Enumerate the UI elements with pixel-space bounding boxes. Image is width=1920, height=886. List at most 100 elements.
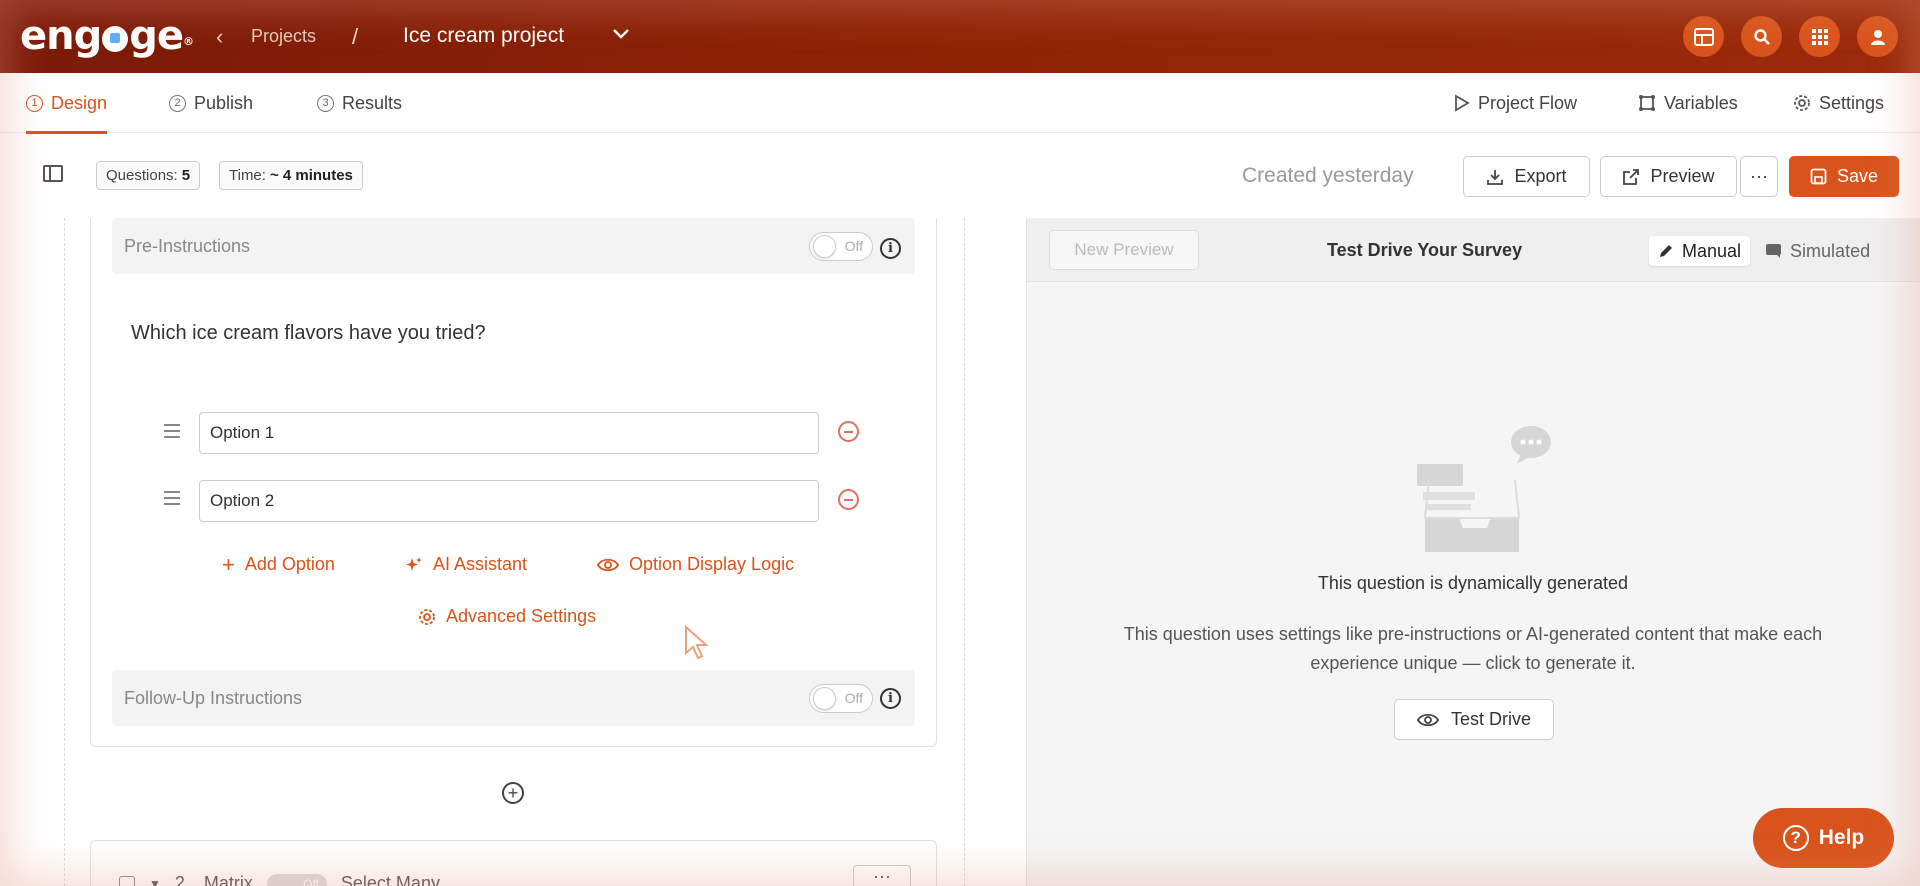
questions-count-badge: Questions: 5: [96, 161, 201, 190]
time-value: ~ 4 minutes: [269, 167, 353, 184]
gear-icon: [1794, 95, 1810, 111]
settings-button[interactable]: Settings: [1793, 73, 1884, 133]
tab-design[interactable]: 1 Design: [26, 73, 108, 134]
pre-instructions-bar: Pre-Instructions: [112, 218, 915, 274]
collapse-caret-icon[interactable]: ▼: [149, 877, 161, 886]
tab-label: Design: [51, 92, 108, 113]
follow-up-instructions-bar: Follow-Up Instructions: [112, 670, 915, 726]
question-mark-icon: ?: [1782, 825, 1809, 851]
toggle-knob: [813, 687, 836, 710]
follow-up-instructions-label: Follow-Up Instructions: [124, 688, 303, 708]
chat-icon: [1766, 244, 1782, 258]
next-question-card: ▼ 2. Matrix Off Select Many: [90, 840, 937, 886]
advanced-settings-label: Advanced Settings: [446, 606, 597, 626]
more-options-button[interactable]: ···: [1740, 156, 1778, 197]
save-label: Save: [1836, 166, 1879, 186]
tab-results[interactable]: 3 Results: [317, 73, 402, 133]
tab-bar: 1 Design 2 Publish 3 Results Project Flo…: [0, 73, 1920, 134]
new-preview-button[interactable]: New Preview: [1049, 230, 1199, 270]
save-button[interactable]: Save: [1789, 156, 1899, 197]
project-flow-label: Project Flow: [1478, 92, 1578, 113]
step-number: 1: [26, 94, 43, 112]
breadcrumb-projects[interactable]: Projects: [251, 26, 316, 47]
apps-grid-icon[interactable]: [1799, 16, 1840, 57]
follow-up-toggle[interactable]: Off: [809, 684, 873, 713]
variables-icon: [1639, 95, 1655, 111]
play-icon: [1455, 94, 1470, 112]
pre-instructions-label: Pre-Instructions: [124, 236, 251, 256]
next-question-header: ▼ 2. Matrix Off Select Many: [119, 873, 440, 886]
save-icon: [1810, 168, 1827, 185]
ai-assistant-label: AI Assistant: [433, 554, 528, 574]
help-button[interactable]: ? Help: [1753, 808, 1894, 868]
simulated-label: Simulated: [1790, 240, 1871, 261]
mouse-cursor-icon: [685, 625, 709, 660]
download-icon: [1487, 169, 1504, 185]
add-question-icon[interactable]: +: [502, 782, 524, 804]
user-avatar-icon[interactable]: [1857, 16, 1898, 57]
next-question-toggle[interactable]: Off: [266, 873, 327, 886]
manual-mode-button[interactable]: Manual: [1649, 236, 1751, 266]
engage-logo[interactable]: eng ge®: [20, 12, 194, 60]
add-option-label: Add Option: [244, 554, 335, 574]
toggle-knob: [813, 235, 836, 258]
editor-toolbar: Questions: 5 Time: ~ 4 minutes Created yes…: [0, 134, 1920, 218]
advanced-settings-button[interactable]: Advanced Settings: [418, 606, 596, 627]
tab-publish[interactable]: 2 Publish: [169, 73, 253, 133]
option-input[interactable]: Option 2: [199, 480, 819, 522]
remove-option-icon[interactable]: [838, 421, 859, 442]
time-estimate-badge: Time: ~ 4 minutes: [219, 161, 363, 190]
step-number: 3: [317, 94, 334, 112]
selection-mode: Select Many: [340, 873, 440, 886]
option-input[interactable]: Option 1: [199, 412, 819, 454]
info-icon[interactable]: i: [880, 688, 901, 709]
dashboard-icon[interactable]: [1683, 16, 1724, 57]
tab-label: Results: [342, 92, 403, 113]
questions-label: Questions:: [106, 167, 178, 184]
eye-icon: [597, 558, 619, 571]
question-number: 2.: [174, 873, 190, 886]
sparkle-icon: [406, 556, 422, 571]
top-header: eng ge® ‹ Projects / Ice cream project: [0, 0, 1920, 73]
dynamic-question-title: This question is dynamically generated: [1317, 573, 1629, 593]
info-icon[interactable]: i: [880, 238, 901, 259]
preview-mode-switch: Manual Simulated: [1649, 236, 1879, 266]
question-text[interactable]: Which ice cream flavors have you tried?: [131, 322, 486, 345]
export-label: Export: [1514, 166, 1567, 186]
chevron-down-icon[interactable]: [612, 24, 630, 45]
empty-inbox-illustration: [1417, 426, 1551, 552]
drag-handle-icon[interactable]: [164, 424, 180, 438]
breadcrumb-separator: /: [352, 24, 359, 49]
gear-icon: [419, 608, 435, 625]
toggle-state: Off: [844, 690, 863, 706]
back-chevron-icon[interactable]: ‹: [216, 24, 223, 50]
variables-label: Variables: [1664, 92, 1738, 113]
option-display-logic-button[interactable]: Option Display Logic: [597, 554, 794, 575]
step-number: 2: [169, 94, 186, 112]
plus-icon: +: [222, 551, 235, 577]
variables-button[interactable]: Variables: [1638, 73, 1738, 133]
tab-label: Publish: [194, 92, 254, 113]
pre-instructions-toggle[interactable]: Off: [809, 232, 873, 261]
drag-handle-icon[interactable]: [164, 491, 180, 505]
test-drive-button[interactable]: Test Drive: [1394, 699, 1554, 740]
search-icon[interactable]: [1741, 16, 1782, 57]
sidebar-toggle-icon[interactable]: [43, 165, 63, 182]
export-button[interactable]: Export: [1463, 156, 1590, 197]
simulated-mode-button[interactable]: Simulated: [1756, 236, 1879, 266]
question-type[interactable]: Matrix: [204, 873, 253, 886]
project-flow-button[interactable]: Project Flow: [1454, 73, 1577, 133]
preview-label: Preview: [1650, 166, 1715, 186]
remove-option-icon[interactable]: [838, 489, 859, 510]
settings-label: Settings: [1819, 92, 1885, 113]
questions-value: 5: [181, 167, 191, 184]
preview-button[interactable]: Preview: [1600, 156, 1737, 197]
dynamic-question-description: This question uses settings like pre-ins…: [1123, 624, 1823, 673]
option-display-logic-label: Option Display Logic: [629, 554, 795, 574]
eye-icon: [1416, 713, 1439, 726]
help-label: Help: [1818, 826, 1865, 849]
next-question-more-button[interactable]: ···: [853, 865, 911, 886]
select-checkbox[interactable]: [119, 875, 135, 886]
ai-assistant-button[interactable]: AI Assistant: [405, 554, 527, 575]
add-option-button[interactable]: + Add Option: [222, 551, 335, 577]
